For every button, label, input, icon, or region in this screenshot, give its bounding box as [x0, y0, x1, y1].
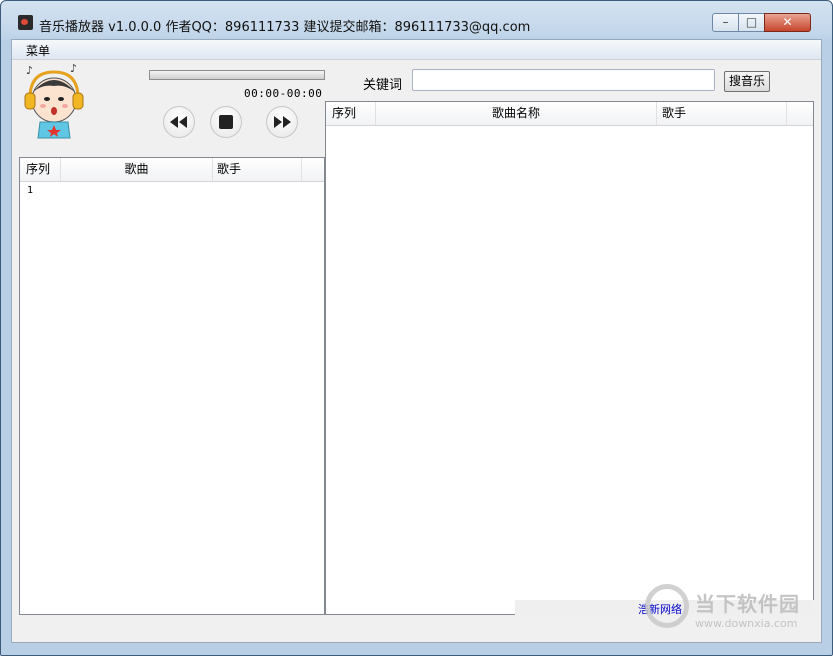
keyword-label: 关键词 [363, 78, 403, 93]
watermark-url: www.downxia.com [695, 617, 798, 630]
playlist-panel[interactable]: 序列 歌曲 歌手 1 [19, 157, 325, 615]
playlist-header: 序列 歌曲 歌手 [20, 158, 324, 182]
previous-button[interactable] [163, 106, 195, 138]
window-title: 音乐播放器 v1.0.0.0 作者QQ：896111733 建议提交邮箱：896… [39, 20, 531, 35]
menu-bar: 菜单 [12, 40, 821, 60]
playlist-row-index[interactable]: 1 [27, 185, 33, 196]
avatar-image: ♪ ♪ [24, 62, 84, 139]
client-area: 菜单 ♪ ♪ 00:00-00:00 关键词 搜音乐 序列 歌曲 歌手 1 序列… [11, 39, 822, 643]
time-display: 00:00-00:00 [244, 87, 323, 100]
results-panel[interactable]: 序列 歌曲名称 歌手 [325, 101, 814, 615]
svg-text:♪: ♪ [26, 64, 33, 77]
watermark-logo-icon [645, 584, 689, 628]
search-music-button[interactable]: 搜音乐 [724, 71, 770, 92]
close-button[interactable]: ✕ [764, 13, 811, 32]
rewind-icon [170, 116, 187, 128]
watermark-brand: 当下软件园 [695, 592, 800, 616]
stop-button[interactable] [210, 106, 242, 138]
minimize-button[interactable]: – [712, 13, 739, 32]
app-window: 音乐播放器 v1.0.0.0 作者QQ：896111733 建议提交邮箱：896… [0, 0, 833, 656]
keyword-input[interactable] [412, 69, 715, 91]
column-header-song-name[interactable]: 歌曲名称 [376, 102, 657, 125]
column-header-index[interactable]: 序列 [20, 158, 61, 181]
stop-icon [219, 115, 233, 129]
fast-forward-icon [274, 116, 291, 128]
svg-text:♪: ♪ [70, 62, 77, 75]
watermark: 当下软件园 www.downxia.com [645, 584, 825, 644]
column-header-song[interactable]: 歌曲 [61, 158, 213, 181]
column-header-index[interactable]: 序列 [326, 102, 376, 125]
next-button[interactable] [266, 106, 298, 138]
results-header: 序列 歌曲名称 歌手 [326, 102, 813, 126]
maximize-button[interactable]: □ [738, 13, 765, 32]
column-header-artist[interactable]: 歌手 [657, 102, 787, 125]
column-header-artist[interactable]: 歌手 [213, 158, 302, 181]
menu-item-main[interactable]: 菜单 [26, 42, 50, 59]
title-bar[interactable]: 音乐播放器 v1.0.0.0 作者QQ：896111733 建议提交邮箱：896… [1, 1, 832, 39]
progress-bar[interactable] [149, 70, 325, 80]
app-icon [18, 15, 33, 30]
